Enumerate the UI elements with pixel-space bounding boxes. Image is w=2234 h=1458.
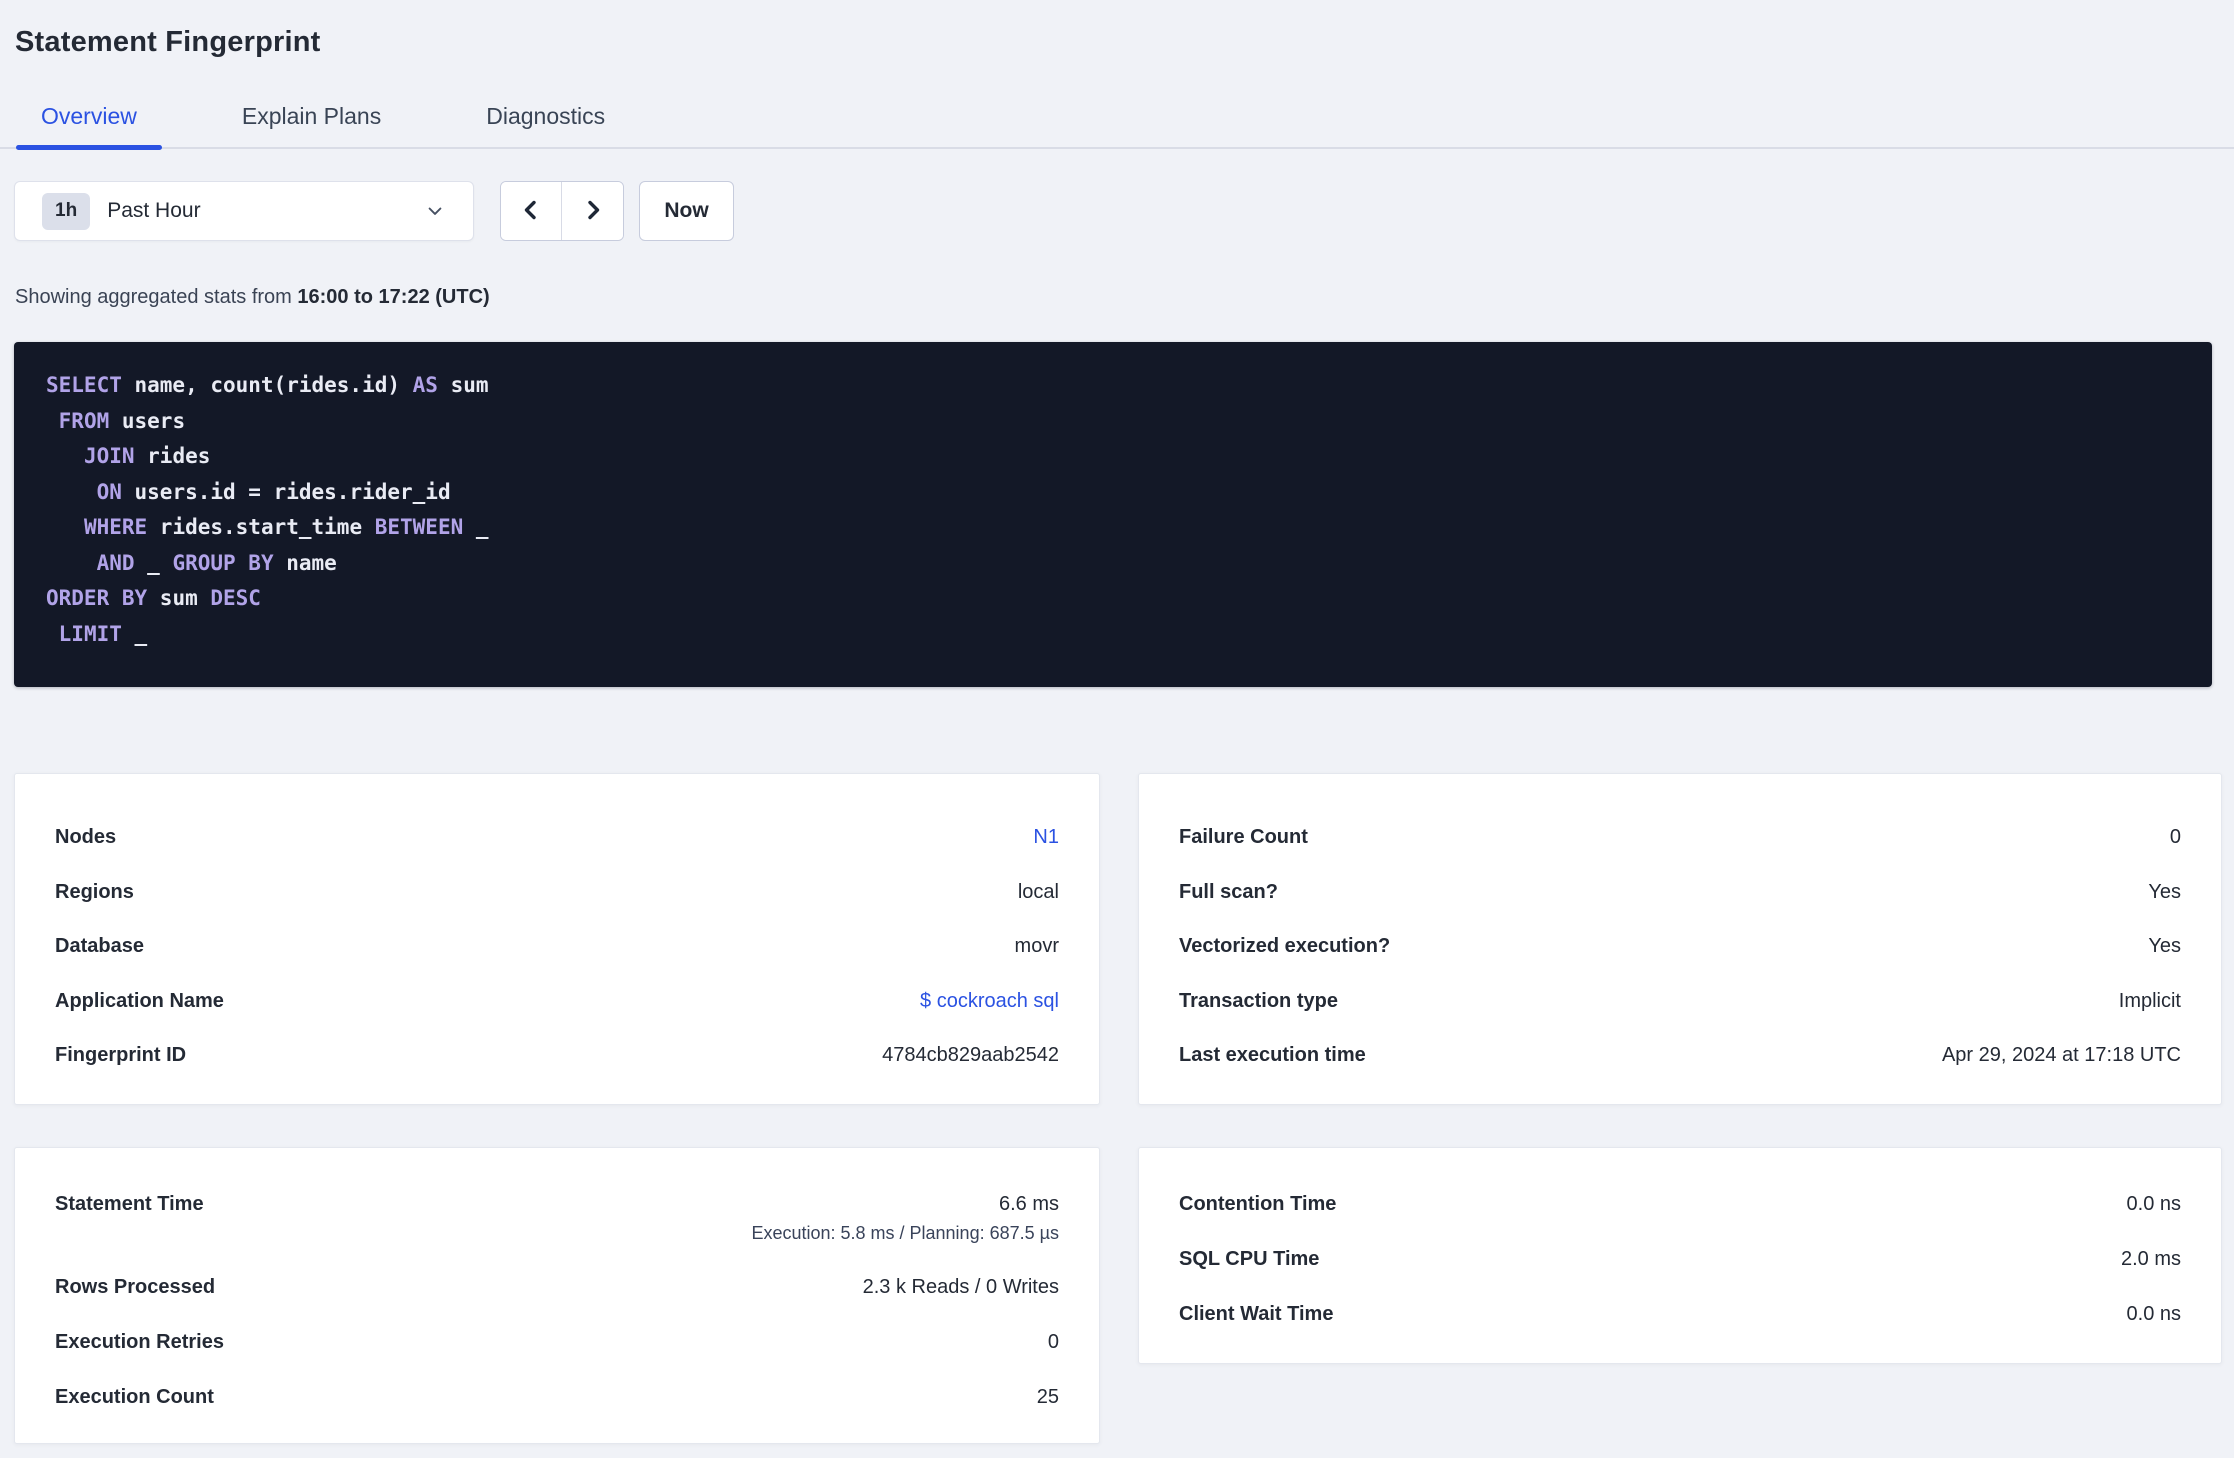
- stat-value: 0: [1047, 1331, 1059, 1353]
- tab-diagnostics[interactable]: Diagnostics: [461, 95, 630, 147]
- stat-row: Last execution time Apr 29, 2024 at 17:18…: [1179, 1028, 2181, 1083]
- stat-row: Statement Time 6.6 ms Execution: 5.8 ms / …: [55, 1190, 1059, 1246]
- stat-row: Fingerprint ID 4784cb829aab2542: [55, 1028, 1059, 1083]
- chevron-down-icon: [425, 201, 445, 221]
- stat-value: 2.3 k Reads / 0 Writes: [862, 1276, 1059, 1298]
- stat-label: Contention Time: [1179, 1193, 1337, 1215]
- stat-value: Yes: [2148, 880, 2181, 903]
- aggregated-stats-caption: Showing aggregated stats from 16:00 to 1…: [15, 286, 2234, 309]
- statement-details-card: Nodes N1 Regions local Database movr Applicati…: [14, 773, 1100, 1105]
- stat-label: Nodes: [55, 826, 117, 849]
- stat-row: Contention Time 0.0 ns: [1179, 1190, 2181, 1218]
- stat-row: Nodes N1: [55, 810, 1059, 865]
- stat-value: Implicit: [2118, 989, 2181, 1012]
- statement-times-list: Statement Time 6.6 ms Execution: 5.8 ms / …: [55, 1190, 1059, 1411]
- stat-value: 0.0 ns: [2126, 1303, 2181, 1325]
- page-title: Statement Fingerprint: [15, 26, 321, 58]
- wait-times-list: Contention Time 0.0 ns SQL CPU Time 2.0 ms C…: [1179, 1190, 2181, 1328]
- sql-code-line: ORDER BY sum DESC: [46, 586, 261, 610]
- sql-code-line: AND _ GROUP BY name: [96, 550, 337, 575]
- stat-row: Vectorized execution? Yes: [1179, 919, 2181, 974]
- time-controls: 1h Past Hour Now: [14, 181, 2234, 241]
- time-range-arrows: [500, 181, 624, 241]
- stat-label: Statement Time: [55, 1193, 204, 1215]
- stat-row: Failure Count 0: [1179, 810, 2181, 865]
- stat-row: Rows Processed 2.3 k Reads / 0 Writes: [55, 1273, 1059, 1301]
- wait-times-card: Contention Time 0.0 ns SQL CPU Time 2.0 ms C…: [1138, 1147, 2222, 1364]
- stat-value: local: [1017, 880, 1059, 903]
- chevron-left-icon: [519, 198, 543, 225]
- statement-fingerprint-page: Statement Fingerprint Overview Explain P…: [0, 26, 2234, 1458]
- details-cards-row: Nodes N1 Regions local Database movr Applicati…: [14, 773, 2234, 1105]
- stat-value-link[interactable]: N1: [1033, 826, 1059, 848]
- time-range-label: Past Hour: [107, 199, 201, 222]
- stat-subvalue: Execution: 5.8 ms / Planning: 687.5 µs: [751, 1223, 1059, 1243]
- stat-value: Yes: [2148, 935, 2181, 958]
- stat-row: Client Wait Time 0.0 ns: [1179, 1300, 2181, 1328]
- sql-code-line: FROM users: [58, 408, 186, 433]
- stat-row: Application Name $ cockroach sql: [55, 974, 1059, 1029]
- stat-value: 6.6 ms: [998, 1193, 1059, 1215]
- stat-label: Database: [55, 935, 144, 958]
- stat-row: Execution Count 25: [55, 1383, 1059, 1411]
- stat-value: 25: [1036, 1386, 1059, 1408]
- stat-value: 2.0 ms: [2120, 1248, 2181, 1270]
- tab-explain-plans[interactable]: Explain Plans: [217, 95, 406, 147]
- statement-times-card: Statement Time 6.6 ms Execution: 5.8 ms / …: [14, 1147, 1100, 1444]
- stat-label: Fingerprint ID: [55, 1044, 187, 1067]
- sql-code-line: WHERE rides.start_time BETWEEN _: [83, 515, 489, 539]
- sql-code-line: LIMIT _: [58, 621, 148, 646]
- timing-cards-row: Statement Time 6.6 ms Execution: 5.8 ms / …: [14, 1147, 2234, 1444]
- previous-time-range-button[interactable]: [501, 182, 562, 240]
- statement-details-list: Nodes N1 Regions local Database movr Applicati…: [55, 810, 1059, 1083]
- tab-overview[interactable]: Overview: [16, 95, 162, 150]
- stat-row: Transaction type Implicit: [1179, 974, 2181, 1029]
- stat-label: Vectorized execution?: [1179, 935, 1391, 958]
- sql-statement-box: SELECT name, count(rides.id) AS sum FROM…: [14, 342, 2212, 687]
- stat-label: Regions: [55, 880, 134, 903]
- tab-bar: Overview Explain Plans Diagnostics: [0, 95, 2234, 150]
- stat-label: Last execution time: [1179, 1044, 1366, 1067]
- aggregated-stats-range: 16:00 to 17:22 (UTC): [297, 286, 490, 308]
- stat-row: Database movr: [55, 919, 1059, 974]
- stat-value: 0: [2169, 826, 2181, 849]
- stat-label: SQL CPU Time: [1179, 1248, 1320, 1270]
- stat-label: Application Name: [55, 989, 224, 1012]
- execution-attributes-list: Failure Count 0 Full scan? Yes Vectorized ex…: [1179, 810, 2181, 1083]
- tab-explain-plans-label: Explain Plans: [241, 103, 382, 129]
- stat-value: 0.0 ns: [2126, 1193, 2181, 1215]
- stat-row: Full scan? Yes: [1179, 865, 2181, 920]
- tab-overview-label: Overview: [41, 103, 137, 129]
- stat-value: Apr 29, 2024 at 17:18 UTC: [1941, 1044, 2181, 1067]
- stat-row: SQL CPU Time 2.0 ms: [1179, 1245, 2181, 1273]
- time-range-badge: 1h: [42, 192, 91, 230]
- stat-label: Execution Retries: [55, 1331, 224, 1353]
- chevron-right-icon: [581, 198, 605, 225]
- sql-code-line: ON users.id = rides.rider_id: [96, 479, 451, 504]
- sql-code: SELECT name, count(rides.id) AS sum FROM…: [14, 342, 2212, 652]
- sql-code-line: JOIN rides: [83, 444, 211, 468]
- stat-label: Client Wait Time: [1179, 1303, 1334, 1325]
- stat-label: Failure Count: [1179, 826, 1308, 849]
- stat-value: 4784cb829aab2542: [882, 1044, 1059, 1067]
- stat-row: Execution Retries 0: [55, 1328, 1059, 1356]
- stat-label: Execution Count: [55, 1386, 214, 1408]
- next-time-range-button[interactable]: [562, 182, 623, 240]
- stat-value: movr: [1014, 935, 1059, 958]
- execution-attributes-card: Failure Count 0 Full scan? Yes Vectorized ex…: [1138, 773, 2222, 1105]
- sql-code-line: SELECT name, count(rides.id) AS sum: [46, 373, 489, 397]
- stat-label: Transaction type: [1179, 989, 1338, 1012]
- stat-label: Full scan?: [1179, 880, 1278, 903]
- stat-row: Regions local: [55, 865, 1059, 920]
- tab-diagnostics-label: Diagnostics: [486, 103, 606, 129]
- time-range-dropdown[interactable]: 1h Past Hour: [14, 181, 474, 241]
- aggregated-stats-prefix: Showing aggregated stats from: [15, 286, 298, 308]
- stat-value-link[interactable]: $ cockroach sql: [920, 990, 1059, 1012]
- stat-label: Rows Processed: [55, 1276, 216, 1298]
- now-button[interactable]: Now: [639, 181, 734, 241]
